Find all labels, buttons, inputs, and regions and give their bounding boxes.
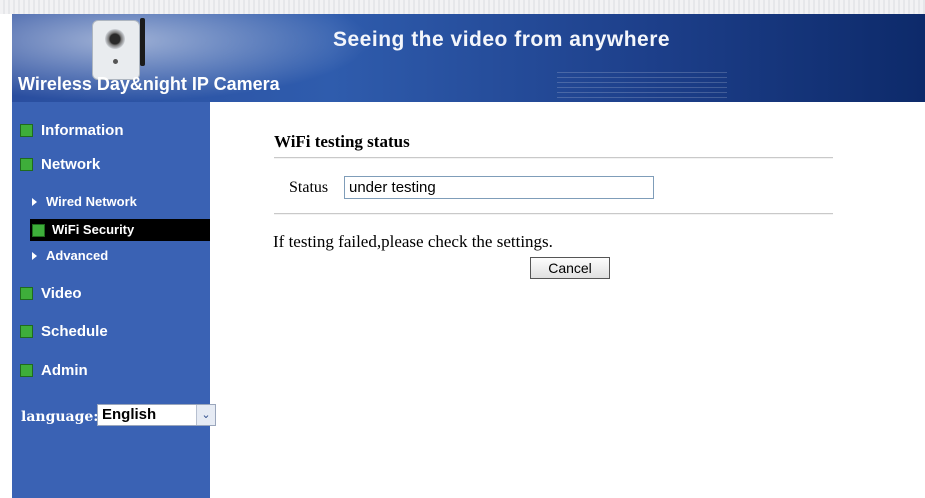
- sidebar-subitem-label: WiFi Security: [52, 222, 135, 237]
- sidebar-subitem-wired-network[interactable]: Wired Network: [32, 194, 137, 209]
- green-square-icon: [20, 286, 33, 300]
- sidebar-item-label: Admin: [41, 362, 88, 379]
- divider: [274, 157, 833, 159]
- banner-decoration: [557, 72, 727, 98]
- status-field[interactable]: under testing: [344, 176, 654, 199]
- green-square-icon: [20, 324, 33, 338]
- sidebar-subitem-label: Wired Network: [46, 194, 137, 209]
- triangle-bullet-icon: [32, 197, 37, 206]
- cancel-button[interactable]: Cancel: [530, 257, 610, 279]
- language-value: English: [102, 406, 157, 423]
- sidebar-item-schedule[interactable]: Schedule: [20, 323, 108, 340]
- sidebar: Information Network Wired Network WiFi S…: [12, 102, 216, 498]
- status-value: under testing: [349, 179, 436, 196]
- sidebar-subitem-advanced[interactable]: Advanced: [32, 248, 108, 263]
- green-square-icon: [20, 123, 33, 137]
- camera-led: [113, 59, 118, 64]
- triangle-bullet-icon: [32, 251, 37, 260]
- sidebar-item-label: Network: [41, 156, 101, 173]
- camera-lens: [105, 29, 125, 49]
- header-banner: Seeing the video from anywhere Wireless …: [12, 14, 925, 102]
- sidebar-subitem-wifi-security[interactable]: WiFi Security: [30, 219, 210, 241]
- sidebar-item-admin[interactable]: Admin: [20, 362, 88, 379]
- green-square-icon: [20, 157, 33, 171]
- sidebar-item-label: Information: [41, 122, 124, 139]
- help-note: If testing failed,please check the setti…: [273, 232, 553, 251]
- camera-antenna: [140, 18, 145, 66]
- sidebar-item-label: Video: [41, 285, 82, 302]
- top-strip: [0, 0, 925, 14]
- divider: [274, 213, 833, 215]
- sidebar-item-label: Schedule: [41, 323, 108, 340]
- language-label: language:: [21, 409, 99, 425]
- language-select[interactable]: English ⌄: [97, 404, 216, 426]
- green-square-icon: [20, 363, 33, 377]
- product-name: Wireless Day&night IP Camera: [18, 74, 280, 94]
- sidebar-item-video[interactable]: Video: [20, 285, 82, 302]
- green-square-icon: [32, 224, 45, 237]
- ip-camera-icon: [92, 20, 140, 80]
- sidebar-item-network[interactable]: Network: [20, 156, 100, 173]
- status-label: Status: [289, 179, 329, 196]
- chevron-down-icon[interactable]: ⌄: [196, 405, 215, 425]
- sidebar-subitem-label: Advanced: [46, 248, 109, 263]
- sidebar-item-information[interactable]: Information: [20, 122, 124, 139]
- banner-headline: Seeing the video from anywhere: [333, 28, 671, 51]
- page-title: WiFi testing status: [274, 132, 410, 151]
